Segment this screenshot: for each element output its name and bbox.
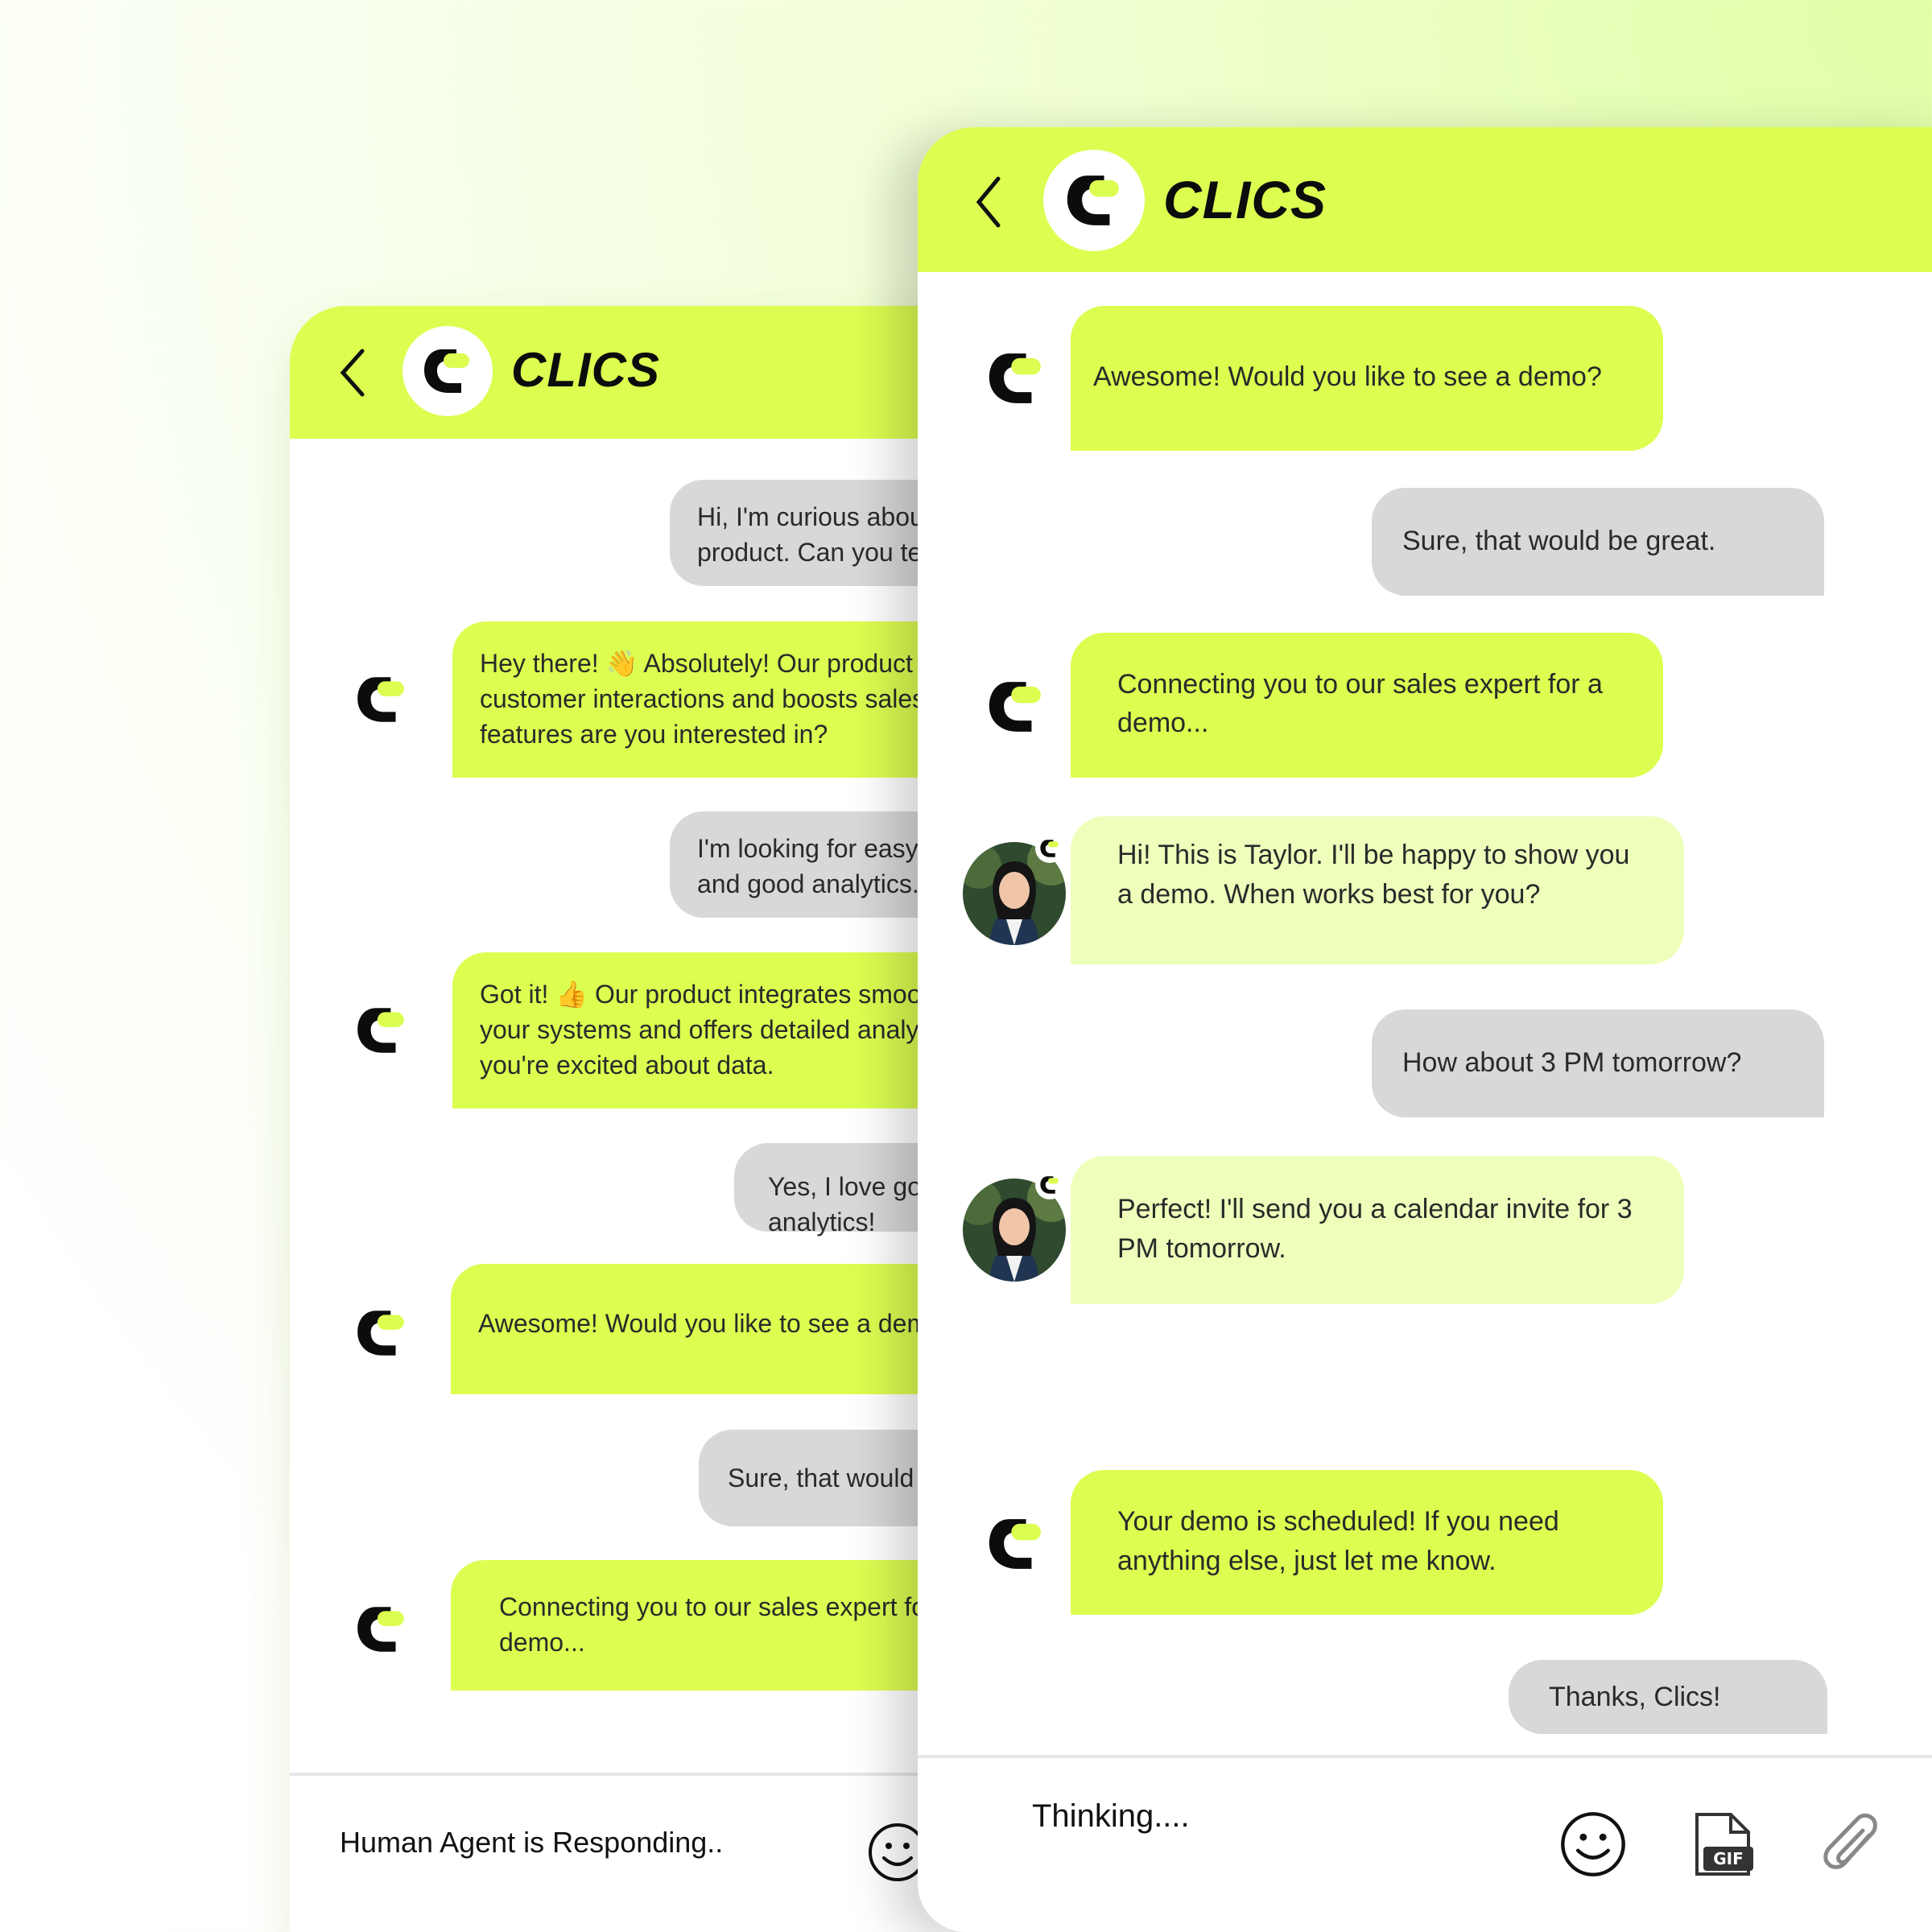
chat-header: CLICS bbox=[918, 127, 1932, 272]
back-chevron-icon[interactable] bbox=[972, 175, 1005, 229]
bot-avatar-icon bbox=[357, 1008, 404, 1053]
bot-badge-icon bbox=[1035, 834, 1064, 863]
message-bot: Awesome! Would you like to see a demo? bbox=[1071, 306, 1663, 451]
back-chevron-icon[interactable] bbox=[336, 348, 369, 398]
bot-avatar-icon bbox=[989, 682, 1041, 732]
message-user: How about 3 PM tomorrow? bbox=[1372, 1009, 1824, 1117]
bot-badge-icon bbox=[1035, 1170, 1064, 1199]
brand-logo-icon bbox=[402, 326, 493, 416]
svg-text:GIF: GIF bbox=[1713, 1849, 1744, 1868]
message-bot: Connecting you to our sales expert for a… bbox=[1071, 633, 1663, 778]
agent-status-text: Human Agent is Responding.. bbox=[340, 1826, 724, 1859]
message-agent: Perfect! I'll send you a calendar invite… bbox=[1071, 1156, 1684, 1304]
message-user: Thanks, Clics! bbox=[1509, 1660, 1827, 1734]
bot-avatar-icon bbox=[357, 1311, 404, 1356]
emoji-icon[interactable] bbox=[1560, 1811, 1626, 1877]
paperclip-icon[interactable] bbox=[1819, 1811, 1884, 1880]
brand-name: CLICS bbox=[511, 343, 660, 397]
message-user: Sure, that would be great. bbox=[1372, 488, 1824, 596]
brand-logo-icon bbox=[1043, 150, 1145, 251]
input-divider bbox=[918, 1755, 1932, 1758]
bot-avatar-icon bbox=[989, 353, 1041, 403]
message-bot: Your demo is scheduled! If you need anyt… bbox=[1071, 1470, 1663, 1615]
gif-icon[interactable]: GIF bbox=[1692, 1811, 1753, 1877]
message-agent: Hi! This is Taylor. I'll be happy to sho… bbox=[1071, 816, 1684, 964]
bot-avatar-icon bbox=[357, 677, 404, 722]
bot-avatar-icon bbox=[357, 1607, 404, 1652]
brand-name: CLICS bbox=[1163, 170, 1327, 229]
chat-window-front: CLICS Awesome! Would you like to see a d… bbox=[918, 127, 1932, 1932]
typing-status-text: Thinking.... bbox=[1032, 1798, 1190, 1834]
bot-avatar-icon bbox=[989, 1519, 1041, 1569]
